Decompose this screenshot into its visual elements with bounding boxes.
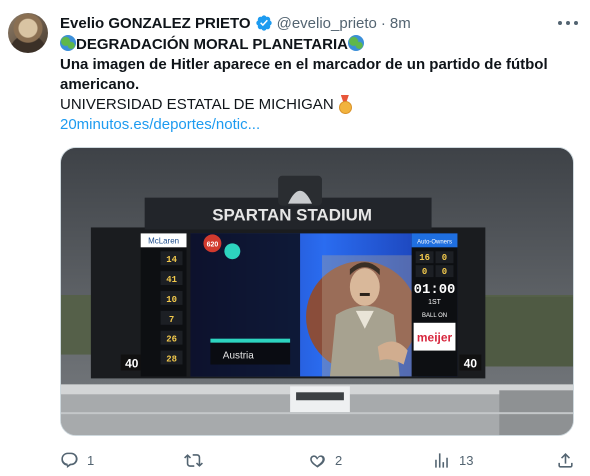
- more-options-icon[interactable]: [558, 14, 578, 32]
- side-number-left: 40: [125, 356, 139, 370]
- side-number-right: 40: [464, 356, 478, 370]
- badge-left: 620: [207, 241, 219, 248]
- retweet-icon: [184, 453, 203, 467]
- subtitle-text: UNIVERSIDAD ESTATAL DE MICHIGAN: [60, 96, 334, 113]
- like-button[interactable]: 2: [308, 448, 342, 472]
- tweet-header: Evelio GONZALEZ PRIETO @evelio_prieto · …: [60, 12, 411, 34]
- tweet-image[interactable]: SPARTAN STADIUM 40 McLaren 14 41 10 7 26 28 A…: [60, 147, 574, 436]
- verified-badge-icon: [255, 15, 272, 31]
- stat-right-mid-0: 0: [422, 267, 427, 277]
- stat-left-0: 14: [166, 255, 177, 265]
- medal-icon: [338, 95, 352, 114]
- sponsor-left: McLaren: [148, 236, 179, 245]
- article-link[interactable]: 20minutos.es/deportes/notic...: [60, 115, 575, 135]
- like-count: 2: [335, 452, 343, 468]
- timestamp[interactable]: 8m: [390, 15, 411, 32]
- ball-on-text: BALL ON: [422, 313, 447, 319]
- tweet-text: DEGRADACIÓN MORAL PLANETARIA Una imagen …: [60, 35, 575, 135]
- stat-left-3: 7: [169, 315, 174, 325]
- reply-button[interactable]: 1: [60, 448, 94, 472]
- share-button[interactable]: [556, 448, 575, 472]
- retweet-button[interactable]: [184, 448, 211, 472]
- bold-text: Una imagen de Hitler aparece en el marca…: [60, 56, 548, 93]
- views-button[interactable]: 13: [432, 448, 473, 472]
- stat-left-1: 41: [166, 275, 177, 285]
- author-handle[interactable]: @evelio_prieto: [277, 15, 377, 32]
- author-name[interactable]: Evelio GONZALEZ PRIETO: [60, 15, 251, 32]
- globe-icon: [347, 35, 364, 51]
- sponsor-top: Auto-Owners: [417, 239, 452, 245]
- team-label: Austria: [223, 351, 254, 362]
- globe-icon: [60, 35, 76, 51]
- share-icon: [558, 452, 573, 468]
- stadium-scoreboard-photo: SPARTAN STADIUM 40 McLaren 14 41 10 7 26 28 A…: [61, 148, 573, 435]
- stat-right-top-1: 0: [442, 253, 447, 263]
- sponsor-right: meijer: [417, 331, 453, 345]
- views-count: 13: [459, 452, 474, 468]
- tweet-actions: 1 2 13: [60, 448, 575, 472]
- reply-icon: [61, 452, 78, 468]
- stat-left-4: 26: [166, 335, 177, 345]
- stat-right-top-0: 16: [419, 253, 430, 263]
- subtitle-line: UNIVERSIDAD ESTATAL DE MICHIGAN: [60, 95, 575, 115]
- tweet-card[interactable]: Evelio GONZALEZ PRIETO @evelio_prieto · …: [0, 0, 590, 476]
- views-icon: [435, 452, 448, 468]
- reply-count: 1: [87, 452, 95, 468]
- avatar[interactable]: [8, 13, 48, 53]
- like-icon: [310, 454, 325, 468]
- headline-text: DEGRADACIÓN MORAL PLANETARIA: [76, 36, 348, 53]
- stat-right-mid-1: 0: [442, 267, 447, 277]
- quarter-text: 1ST: [428, 299, 442, 306]
- headline-line: DEGRADACIÓN MORAL PLANETARIA: [60, 35, 575, 55]
- stat-left-2: 10: [166, 295, 177, 305]
- stat-left-5: 28: [166, 355, 177, 365]
- stadium-sign-text: SPARTAN STADIUM: [212, 206, 372, 225]
- separator-dot: ·: [380, 14, 386, 32]
- clock-text: 01:00: [414, 282, 456, 298]
